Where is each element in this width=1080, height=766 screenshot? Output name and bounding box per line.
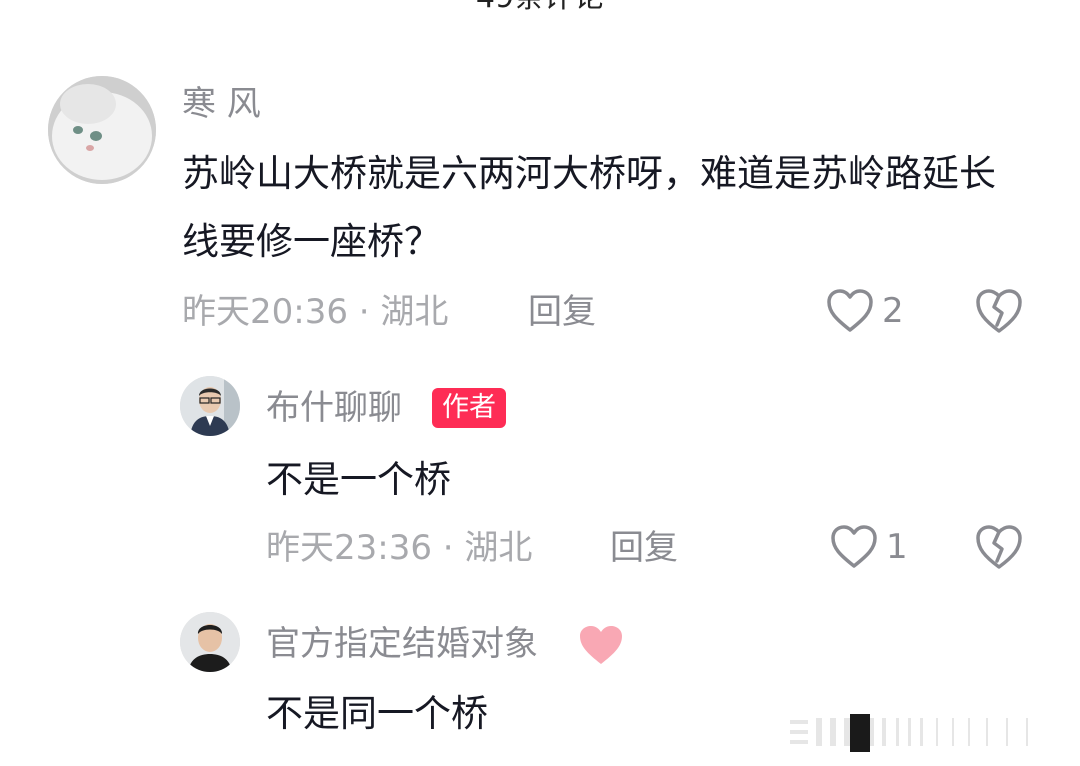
- broken-heart-icon: [976, 525, 1022, 569]
- comment-text: 不是一个桥: [266, 458, 451, 501]
- comment-username[interactable]: 寒 风: [182, 82, 261, 126]
- avatar[interactable]: [180, 612, 240, 672]
- cat-avatar-image: [48, 76, 156, 184]
- comment-username[interactable]: 官方指定结婚对象: [266, 622, 538, 666]
- comments-count-title: 49条评论: [0, 0, 1080, 18]
- man-avatar-image: [180, 376, 240, 436]
- avatar[interactable]: [48, 76, 156, 184]
- comment-text: 不是同一个桥: [266, 692, 488, 735]
- comment-meta: 昨天20:36 · 湖北: [182, 292, 449, 332]
- author-badge: 作者: [432, 388, 506, 428]
- reply-button[interactable]: 回复: [610, 526, 678, 570]
- broken-heart-icon: [976, 289, 1022, 333]
- like-count: 1: [886, 527, 908, 567]
- pink-heart-emoji: [578, 624, 624, 666]
- dislike-button[interactable]: [974, 287, 1024, 337]
- avatar[interactable]: [180, 376, 240, 436]
- heart-outline-icon: [827, 289, 873, 332]
- like-button[interactable]: 2: [826, 286, 904, 336]
- like-count: 2: [882, 291, 904, 331]
- reply-button[interactable]: 回复: [528, 290, 596, 334]
- like-button[interactable]: 1: [830, 522, 908, 572]
- man-avatar-image: [180, 612, 240, 672]
- comment-meta: 昨天23:36 · 湖北: [266, 528, 533, 568]
- dislike-button[interactable]: [974, 523, 1024, 573]
- comment-text: 苏岭山大桥就是六两河大桥呀，难道是苏岭路延长线要修一座桥？: [182, 152, 996, 263]
- comment-username[interactable]: 布什聊聊: [266, 386, 402, 430]
- watermark-pattern-icon: [790, 714, 1028, 752]
- heart-outline-icon: [831, 525, 877, 568]
